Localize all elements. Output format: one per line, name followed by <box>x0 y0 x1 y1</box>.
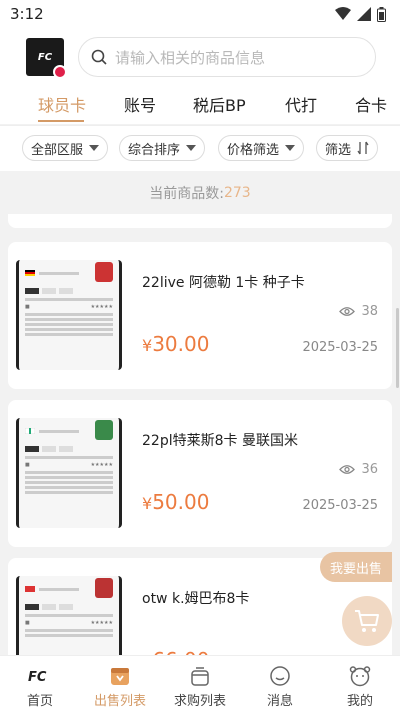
more-filter-label: 筛选 <box>325 142 352 158</box>
app-header: FC 请输入相关的商品信息 <box>0 28 400 86</box>
listing-title: otw k.姆巴布8卡 <box>142 591 250 607</box>
listing-date: 2025-03-25 <box>302 340 378 355</box>
listing-card[interactable]: ■ ★★★★★ 22live 阿德勒 1卡 种子卡 38 ¥30.00 2025-… <box>8 242 392 389</box>
nav-home-label: 首页 <box>26 694 53 709</box>
search-placeholder: 请输入相关的商品信息 <box>115 48 266 67</box>
bottom-nav: FC 首页 出售列表 求购列表 消息 我的 <box>0 655 400 711</box>
sort-arrows-icon <box>357 141 369 155</box>
profile-icon <box>349 666 371 687</box>
nav-messages[interactable]: 消息 <box>240 656 320 711</box>
listing-date: 2025-03-25 <box>302 498 378 513</box>
nav-sell-list[interactable]: 出售列表 <box>80 656 160 711</box>
logo-badge <box>53 65 67 79</box>
category-tabs: 球员卡 账号 税后BP 代打 合卡 <box>0 86 400 124</box>
fc-logo-icon: FC <box>28 670 47 685</box>
caret-down-icon <box>285 145 296 151</box>
server-filter[interactable]: 全部区服 <box>22 135 109 161</box>
tab-account[interactable]: 账号 <box>124 92 156 116</box>
price-filter[interactable]: 价格筛选 <box>218 135 305 161</box>
buy-list-icon <box>191 667 209 686</box>
player-card-thumbnail: ■ ★★★★★ <box>16 260 122 370</box>
tab-player-card[interactable]: 球员卡 <box>38 92 86 116</box>
cart-button[interactable] <box>342 596 392 646</box>
nav-buy-list[interactable]: 求购列表 <box>160 656 240 711</box>
cart-icon <box>355 610 379 632</box>
wifi-icon <box>335 7 351 20</box>
status-time: 3:12 <box>10 5 44 23</box>
tab-bp[interactable]: 税后BP <box>193 92 246 116</box>
view-count-value: 38 <box>361 304 378 319</box>
nav-buy-list-label: 求购列表 <box>173 694 226 709</box>
listing-title: 22pl特莱斯8卡 曼联国米 <box>142 433 298 449</box>
nav-profile-label: 我的 <box>346 694 373 709</box>
sell-button[interactable]: 我要出售 <box>320 552 392 582</box>
caret-down-icon <box>186 145 197 151</box>
listing-title: 22live 阿德勒 1卡 种子卡 <box>142 275 305 291</box>
battery-icon <box>377 6 386 22</box>
filter-bar: 全部区服 综合排序 价格筛选 筛选 <box>0 125 400 171</box>
fc-online-logo: FC <box>26 38 67 79</box>
nav-sell-list-label: 出售列表 <box>93 694 146 709</box>
eye-icon <box>339 307 356 316</box>
price-filter-label: 价格筛选 <box>227 142 280 158</box>
message-icon <box>270 666 290 686</box>
nav-profile[interactable]: 我的 <box>320 656 400 711</box>
price-amount: 50.00 <box>152 490 210 514</box>
tab-active-indicator <box>38 120 84 122</box>
tab-boosting[interactable]: 代打 <box>285 92 317 116</box>
nav-home[interactable]: FC 首页 <box>0 656 80 711</box>
price-amount: 30.00 <box>152 332 210 356</box>
caret-down-icon <box>89 145 100 151</box>
signal-icon <box>357 7 371 21</box>
search-input[interactable]: 请输入相关的商品信息 <box>78 37 376 77</box>
view-count: 38 <box>339 304 378 319</box>
currency-symbol: ¥ <box>142 336 153 355</box>
nav-messages-label: 消息 <box>266 694 293 709</box>
previous-card-edge <box>8 214 392 228</box>
search-icon <box>91 49 107 65</box>
view-count-value: 36 <box>361 462 378 477</box>
sell-list-icon <box>111 668 129 685</box>
item-count-label: 当前商品数: <box>149 186 224 202</box>
listing-card[interactable]: ■ ★★★★★ 22pl特莱斯8卡 曼联国米 36 ¥50.00 2025-03-… <box>8 400 392 547</box>
status-bar: 3:12 <box>0 0 400 28</box>
view-count: 36 <box>339 462 378 477</box>
sort-filter[interactable]: 综合排序 <box>119 135 206 161</box>
item-count: 当前商品数: 273 <box>0 171 400 215</box>
player-card-thumbnail: ■ ★★★★★ <box>16 418 122 528</box>
listing-price: ¥30.00 <box>142 332 209 356</box>
item-count-value: 273 <box>223 185 251 201</box>
more-filter-button[interactable]: 筛选 <box>316 135 379 161</box>
listing-price: ¥50.00 <box>142 490 209 514</box>
svg-text:FC: FC <box>28 670 47 685</box>
scrollbar[interactable] <box>396 308 399 388</box>
status-icons <box>335 6 386 22</box>
sort-filter-label: 综合排序 <box>128 142 181 158</box>
currency-symbol: ¥ <box>142 494 153 513</box>
tab-card-merge[interactable]: 合卡 <box>355 92 387 116</box>
eye-icon <box>339 465 356 474</box>
server-filter-label: 全部区服 <box>31 142 84 158</box>
